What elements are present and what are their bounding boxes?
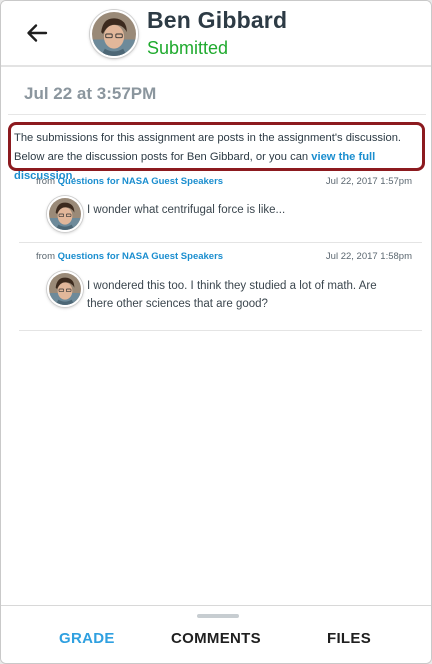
bottom-tab-bar: GRADE COMMENTS FILES	[1, 605, 431, 663]
submission-date: Jul 22 at 3:57PM	[24, 84, 157, 103]
arrow-left-icon	[27, 24, 48, 42]
post-topic-link[interactable]: Questions for NASA Guest Speakers	[58, 176, 223, 187]
post-body: I wondered this too. I think they studie…	[87, 280, 377, 310]
avatar-photo	[49, 273, 81, 305]
discussion-notice: The submissions for this assignment are …	[8, 122, 425, 182]
avatar-photo	[49, 198, 81, 230]
discussion-post: from Questions for NASA Guest Speakers J…	[19, 248, 422, 331]
drawer-drag-handle[interactable]	[197, 614, 239, 618]
header: Ben Gibbard Submitted	[1, 1, 431, 67]
divider	[8, 114, 426, 115]
tab-comments[interactable]: COMMENTS	[171, 630, 261, 647]
app-frame: Ben Gibbard Submitted Jul 22 at 3:57PM T…	[0, 0, 432, 664]
student-avatar[interactable]	[90, 10, 138, 58]
post-meta: from Questions for NASA Guest Speakers	[36, 176, 223, 187]
submission-status: Submitted	[147, 38, 229, 58]
student-name: Ben Gibbard	[147, 7, 288, 33]
post-date: Jul 22, 2017 1:57pm	[325, 176, 412, 187]
post-date: Jul 22, 2017 1:58pm	[325, 251, 412, 262]
avatar-photo	[92, 12, 136, 56]
post-author-avatar	[47, 196, 83, 232]
post-topic-link[interactable]: Questions for NASA Guest Speakers	[58, 251, 223, 262]
post-meta: from Questions for NASA Guest Speakers	[36, 251, 223, 262]
post-from-label: from	[36, 251, 55, 262]
post-body: I wonder what centrifugal force is like.…	[87, 204, 286, 216]
tab-grade[interactable]: GRADE	[59, 630, 115, 647]
back-button[interactable]	[23, 19, 51, 47]
discussion-post: from Questions for NASA Guest Speakers J…	[19, 173, 422, 243]
post-from-label: from	[36, 176, 55, 187]
post-author-avatar	[47, 271, 83, 307]
tab-files[interactable]: FILES	[327, 630, 371, 647]
